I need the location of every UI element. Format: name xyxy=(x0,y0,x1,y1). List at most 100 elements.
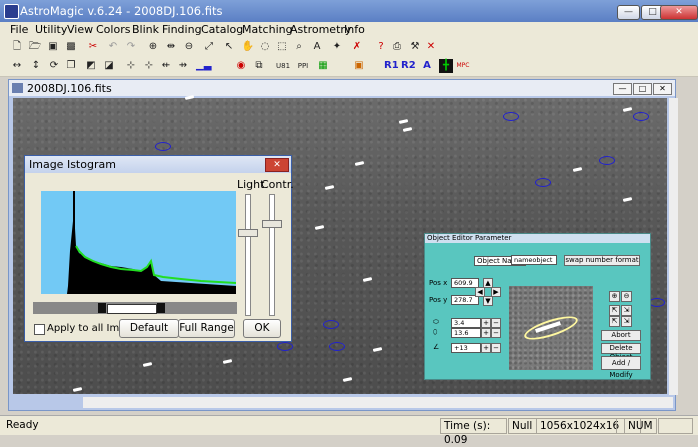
blink-eye-icon[interactable]: ◉ xyxy=(234,59,248,73)
light-slider-thumb[interactable] xyxy=(238,229,258,237)
size2-input[interactable]: 13.6 xyxy=(451,328,481,338)
target-icon[interactable]: ▣ xyxy=(352,59,366,73)
crosshair-icon[interactable]: ╋ xyxy=(439,59,453,73)
menu-astrometry[interactable]: Astrometry xyxy=(290,23,351,36)
text-tool-icon[interactable]: A xyxy=(310,40,324,54)
object-name-input[interactable]: nameobject xyxy=(511,255,557,265)
u81-icon[interactable]: U81 xyxy=(276,59,290,73)
open-file-icon[interactable]: 🗁 xyxy=(28,40,42,54)
nudge-up-left-icon[interactable]: ⇱ xyxy=(609,305,620,316)
ok-button[interactable]: OK xyxy=(243,319,281,338)
redo-icon[interactable]: ↷ xyxy=(124,40,138,54)
grid-icon[interactable]: ▦ xyxy=(316,59,330,73)
menu-view[interactable]: View xyxy=(67,23,93,36)
close-button[interactable]: ✕ xyxy=(660,5,698,20)
r1-icon[interactable]: R1 xyxy=(384,59,399,73)
delete-marker-icon[interactable]: ✗ xyxy=(350,40,364,54)
add-modify-button[interactable]: Add / Modify xyxy=(601,356,641,379)
range-left-handle[interactable] xyxy=(98,303,106,313)
mpc-icon[interactable]: MPC xyxy=(456,59,470,73)
save-as-icon[interactable]: ▩ xyxy=(64,40,78,54)
size2-minus-button[interactable]: − xyxy=(491,328,501,338)
title-bar: AstroMagic v.6.24 - 2008DJ.106.fits — □ … xyxy=(0,0,698,22)
menu-colors[interactable]: Colors xyxy=(96,23,130,36)
size2-plus-button[interactable]: + xyxy=(481,328,491,338)
vertical-scrollbar[interactable] xyxy=(669,98,678,395)
full-range-button[interactable]: Full Range xyxy=(178,319,235,338)
light-slider-track[interactable] xyxy=(245,194,251,316)
undo-icon[interactable]: ↶ xyxy=(106,40,120,54)
histogram-dialog: Image Istogram ✕ Light Contr. Apply to a… xyxy=(24,155,294,342)
size1-plus-button[interactable]: + xyxy=(481,318,491,328)
child-minimize-button[interactable]: — xyxy=(613,83,632,95)
range-right-handle[interactable] xyxy=(157,303,165,313)
menu-catalog[interactable]: Catalog xyxy=(201,23,243,36)
shift-up-icon[interactable]: ⊹ xyxy=(124,59,138,73)
search-icon[interactable]: ⌕ xyxy=(292,40,306,54)
tools-icon[interactable]: ⚒ xyxy=(408,40,422,54)
menu-info[interactable]: Info xyxy=(344,23,365,36)
delete-object-button[interactable]: Delete Object xyxy=(601,343,641,361)
pan-hand-icon[interactable]: ✋ xyxy=(241,40,255,54)
compare-icon[interactable]: ⧉ xyxy=(252,59,266,73)
new-file-icon[interactable]: 🗋 xyxy=(10,40,24,54)
child-maximize-button[interactable]: □ xyxy=(633,83,652,95)
save-icon[interactable]: ▣ xyxy=(46,40,60,54)
zoom-in-icon[interactable]: ⊕ xyxy=(146,40,160,54)
pointer-icon[interactable]: ↖ xyxy=(222,40,236,54)
angle-plus-button[interactable]: + xyxy=(481,343,491,353)
help-icon[interactable]: ? xyxy=(374,40,388,54)
exit-icon[interactable]: ✕ xyxy=(424,40,438,54)
angle-input[interactable]: +13 xyxy=(451,343,481,353)
ppi-icon[interactable]: PPI xyxy=(296,59,310,73)
status-num: NUM xyxy=(624,418,657,434)
marker-icon[interactable]: ✦ xyxy=(330,40,344,54)
flip-horizontal-icon[interactable]: ↔ xyxy=(10,59,24,73)
abort-button[interactable]: Abort xyxy=(601,330,641,341)
minimize-button[interactable]: — xyxy=(617,5,640,20)
histogram-close-button[interactable]: ✕ xyxy=(265,158,289,172)
zoom-in-icon[interactable]: ⊕ xyxy=(609,291,620,302)
nudge-down-left-icon[interactable]: ⇱ xyxy=(609,316,620,327)
swap-number-format-button[interactable]: swap number format xyxy=(564,255,640,266)
size1-input[interactable]: 3.4 xyxy=(451,318,481,328)
size1-minus-button[interactable]: − xyxy=(491,318,501,328)
rotate-icon[interactable]: ⟳ xyxy=(47,59,61,73)
shift-right-icon[interactable]: ⇸ xyxy=(176,59,190,73)
histogram-icon[interactable]: ▁▃ xyxy=(196,59,211,73)
fit-icon[interactable]: ⤢ xyxy=(202,40,216,54)
nudge-down-right-icon[interactable]: ⇲ xyxy=(621,316,632,327)
menu-blink[interactable]: Blink xyxy=(132,23,159,36)
zoom-out-icon[interactable]: ⊖ xyxy=(621,291,632,302)
menu-matching[interactable]: Matching xyxy=(242,23,293,36)
contrast-slider-track[interactable] xyxy=(269,194,275,316)
rect-select-icon[interactable]: ⬚ xyxy=(275,40,289,54)
range-window[interactable] xyxy=(107,304,157,314)
move-down-arrow[interactable]: ▼ xyxy=(483,296,493,306)
flip-vertical-icon[interactable]: ↕ xyxy=(29,59,43,73)
menu-finding[interactable]: Finding xyxy=(162,23,202,36)
apply-all-checkbox[interactable] xyxy=(34,324,45,335)
shift-down-icon[interactable]: ⊹ xyxy=(142,59,156,73)
zoom-fit-width-icon[interactable]: ⇹ xyxy=(164,40,178,54)
child-close-button[interactable]: ✕ xyxy=(653,83,672,95)
cut-icon[interactable]: ✂ xyxy=(86,40,100,54)
zoom-out-icon[interactable]: ⊖ xyxy=(182,40,196,54)
angle-minus-button[interactable]: − xyxy=(491,343,501,353)
window-title: AstroMagic v.6.24 - 2008DJ.106.fits xyxy=(20,4,223,18)
contrast-slider-thumb[interactable] xyxy=(262,220,282,228)
invert-icon[interactable]: ◩ xyxy=(84,59,98,73)
horizontal-scrollbar[interactable] xyxy=(83,397,673,408)
default-button[interactable]: Default xyxy=(119,319,179,338)
r2-icon[interactable]: R2 xyxy=(401,59,416,73)
negative-icon[interactable]: ◪ xyxy=(102,59,116,73)
lasso-icon[interactable]: ◌ xyxy=(258,40,272,54)
range-slider[interactable] xyxy=(33,302,237,314)
print-icon[interactable]: ⎙ xyxy=(390,40,404,54)
shift-left-icon[interactable]: ⇷ xyxy=(159,59,173,73)
a-icon[interactable]: A xyxy=(420,59,434,73)
nudge-up-right-icon[interactable]: ⇲ xyxy=(621,305,632,316)
menu-file[interactable]: File xyxy=(10,23,28,36)
copy-icon[interactable]: ❐ xyxy=(64,59,78,73)
menu-utility[interactable]: Utility xyxy=(35,23,67,36)
